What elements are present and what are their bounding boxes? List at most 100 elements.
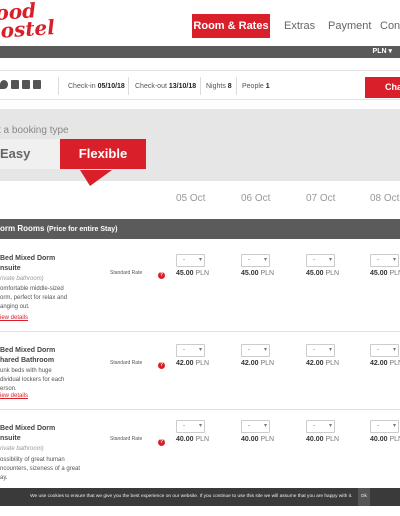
checkin-label: Check-in [68,83,96,90]
question-icon[interactable]: ? [158,362,165,369]
room-category-title: orm Rooms [0,224,45,233]
price: 45.00 PLN [306,270,339,277]
logo-line-2: ostel [0,14,56,43]
room-row: Bed Mixed Dorm nsuite rivate bathroom) o… [0,410,400,488]
room-row: Bed Mixed Dorm nsuite rivate bathroom) o… [0,240,400,332]
price-currency: PLN [195,436,210,443]
checkout-value: 13/10/18 [168,83,197,90]
price: 40.00 PLN [176,436,209,443]
price-value: 40.00 [241,436,259,443]
quantity-select[interactable]: - [241,344,270,357]
quantity-select[interactable]: - [241,254,270,267]
hostel-logo[interactable]: ood ostel [0,0,56,43]
price-currency: PLN [260,360,275,367]
quantity-select[interactable]: - [306,420,335,433]
room-subtitle: rivate bathroom) [0,276,44,282]
price-value: 45.00 [306,270,324,277]
price: 42.00 PLN [306,360,339,367]
quantity-select[interactable]: - [241,420,270,433]
divider [128,77,129,95]
email-icon[interactable] [11,80,19,89]
view-details-link[interactable]: iew details [0,393,28,399]
quantity-select[interactable]: - [370,420,399,433]
price-value: 40.00 [370,436,388,443]
view-details-link[interactable]: iew details [0,315,28,321]
googleplus-icon[interactable] [33,80,41,89]
price-value: 42.00 [370,360,388,367]
price-value: 40.00 [176,436,194,443]
people-label: People [242,83,264,90]
rate-label: Standard Rate [110,270,143,276]
booking-type-easy-tab[interactable]: Easy [0,139,60,169]
quantity-select[interactable]: - [306,344,335,357]
quantity-select[interactable]: - [176,344,205,357]
room-name-line-2: nsuite [0,265,21,272]
price: 42.00 PLN [241,360,274,367]
room-name-line-1: Bed Mixed Dorm [0,425,56,432]
checkin-value: 05/10/18 [97,83,125,90]
room-category-subtitle: (Price for entire Stay) [46,226,118,233]
quantity-select[interactable]: - [306,254,335,267]
price-value: 40.00 [306,436,324,443]
quantity-select[interactable]: - [176,254,205,267]
room-name-line-1: Bed Mixed Dorm [0,347,56,354]
date-header: 08 Oct [370,193,400,204]
booking-page: ood ostel Room & Rates Extras Payment Co… [0,0,400,516]
cookie-ok-button[interactable]: Ok [357,488,370,506]
checkin-info: Check-in 05/10/18 [68,82,125,91]
question-icon[interactable]: ? [158,439,165,446]
people-value: 1 [265,83,270,90]
currency-selector[interactable]: PLN ▾ [373,46,392,58]
description-line: ossibility of great human [0,457,65,463]
room-name: Bed Mixed Dorm hared Bathroom [0,346,100,366]
question-icon[interactable]: ? [158,272,165,279]
price-currency: PLN [389,360,400,367]
price-value: 45.00 [370,270,388,277]
people-info: People 1 [242,82,270,91]
description-line: omfortable middle-sized [0,286,64,292]
top-header: ood ostel Room & Rates Extras Payment Co… [0,0,400,46]
price-currency: PLN [260,270,275,277]
quantity-select[interactable]: - [370,254,399,267]
change-dates-button[interactable]: Cha [365,77,400,98]
price-value: 45.00 [241,270,259,277]
price-value: 45.00 [176,270,194,277]
description-line: ay. [0,475,8,481]
room-description: unk beds with huge dividual lockers for … [0,367,100,394]
price: 40.00 PLN [241,436,274,443]
nights-info: Nights 8 [206,82,232,91]
nav-room-rates[interactable]: Room & Rates [192,14,270,38]
room-name-line-1: Bed Mixed Dorm [0,255,56,262]
price: 42.00 PLN [370,360,400,367]
date-header: 06 Oct [241,193,271,204]
room-row: Bed Mixed Dorm hared Bathroom unk beds w… [0,332,400,410]
price: 45.00 PLN [370,270,400,277]
booking-type-panel: t a booking type Easy Flexible [0,109,400,181]
room-description: omfortable middle-sized orm, perfect for… [0,285,100,312]
price-value: 42.00 [241,360,259,367]
date-header: 05 Oct [176,193,206,204]
facebook-icon[interactable] [22,80,30,89]
price: 40.00 PLN [370,436,400,443]
nav-payment[interactable]: Payment [328,14,371,38]
price: 40.00 PLN [306,436,339,443]
social-links [0,80,41,92]
nav-extras[interactable]: Extras [284,14,315,38]
flexible-pointer [80,170,112,186]
price-currency: PLN [389,270,400,277]
nav-confirmation[interactable]: Conf [380,14,400,38]
quantity-select[interactable]: - [370,344,399,357]
nights-label: Nights [206,83,226,90]
price-currency: PLN [195,360,210,367]
quantity-select[interactable]: - [176,420,205,433]
price-currency: PLN [325,360,340,367]
booking-type-flexible-tab[interactable]: Flexible [60,139,146,169]
price-currency: PLN [195,270,210,277]
price: 42.00 PLN [176,360,209,367]
checkout-info: Check-out 13/10/18 [135,82,196,91]
room-name: Bed Mixed Dorm nsuite [0,254,100,274]
price-currency: PLN [260,436,275,443]
location-icon[interactable] [0,80,8,89]
room-name-line-2: hared Bathroom [0,357,55,364]
room-name: Bed Mixed Dorm nsuite [0,424,100,444]
